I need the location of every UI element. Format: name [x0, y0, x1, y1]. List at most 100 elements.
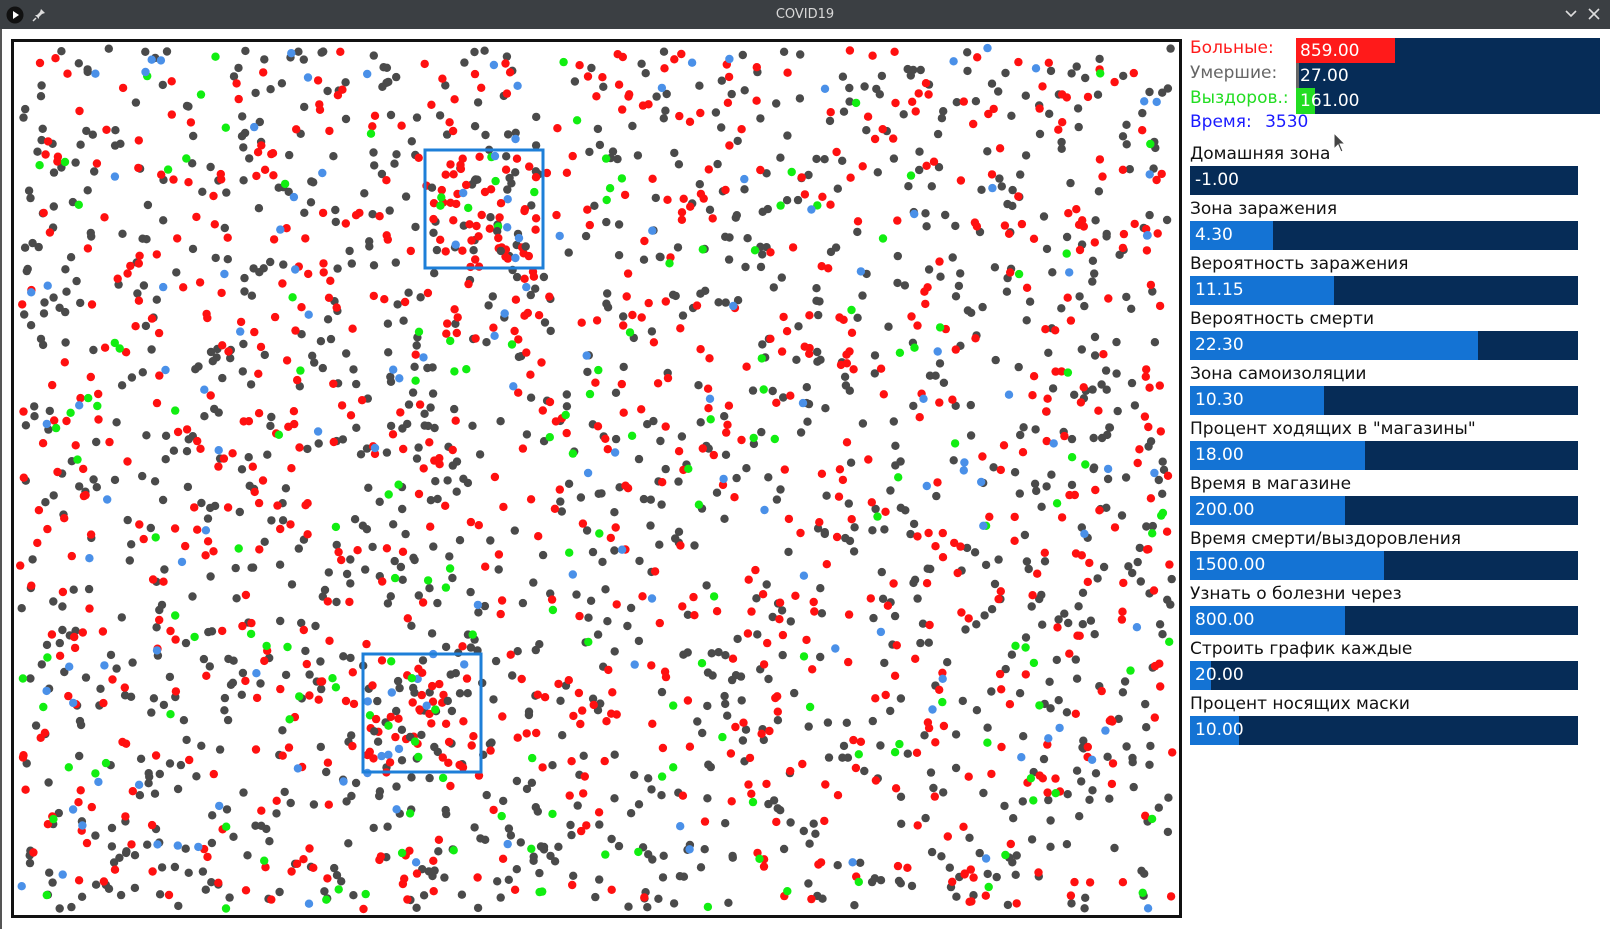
param-value: 11.15 [1195, 280, 1244, 300]
sick-person-dot [148, 867, 157, 876]
healthy-person-dot [301, 646, 310, 656]
param-bar[interactable]: 10.30 [1190, 386, 1578, 415]
healthy-person-dot [107, 842, 117, 851]
healthy-person-dot [573, 801, 582, 810]
sick-person-dot [1110, 523, 1120, 532]
sick-person-dot [575, 611, 584, 621]
shop-visitor-dot [460, 660, 469, 669]
sick-person-dot [254, 409, 264, 418]
recovered-person-dot [280, 179, 290, 189]
healthy-person-dot [48, 878, 57, 887]
healthy-person-dot [522, 430, 532, 439]
healthy-person-dot [1020, 530, 1030, 540]
healthy-person-dot [316, 742, 325, 752]
sick-person-dot [118, 83, 128, 93]
sick-person-dot [203, 537, 213, 546]
shop-visitor-dot [463, 689, 472, 698]
sick-person-dot [83, 244, 93, 253]
healthy-person-dot [341, 78, 350, 87]
param-bar[interactable]: 18.00 [1190, 441, 1578, 470]
sick-person-dot [1022, 283, 1032, 292]
healthy-person-dot [529, 852, 538, 861]
recovered-person-dot [854, 750, 863, 759]
healthy-person-dot [724, 255, 734, 264]
healthy-person-dot [1019, 732, 1028, 741]
sick-person-dot [537, 358, 546, 367]
isolated-person-dot [760, 505, 769, 515]
param-slider: Зона самоизоляции 10.30 [1190, 362, 1578, 415]
isolated-person-dot [1044, 734, 1053, 743]
param-bar[interactable]: 20.00 [1190, 661, 1578, 690]
healthy-person-dot [581, 231, 591, 241]
healthy-person-dot [805, 839, 814, 848]
sick-person-dot [670, 55, 679, 64]
healthy-person-dot [1048, 268, 1057, 277]
sick-person-dot [202, 309, 211, 319]
recovered-person-dot [211, 52, 220, 61]
healthy-person-dot [674, 160, 684, 169]
healthy-person-dot [39, 309, 49, 318]
healthy-person-dot [243, 851, 252, 860]
healthy-person-dot [651, 193, 660, 203]
sick-person-dot [705, 354, 714, 363]
recovered-person-dot [437, 193, 446, 202]
shop-visitor-dot [480, 187, 490, 197]
healthy-person-dot [909, 578, 918, 588]
sick-person-dot [802, 635, 811, 645]
sick-person-dot [278, 279, 287, 288]
sick-person-dot [192, 212, 201, 222]
healthy-person-dot [364, 483, 373, 492]
param-bar[interactable]: 11.15 [1190, 276, 1578, 305]
healthy-person-dot [698, 728, 707, 738]
sick-person-dot [924, 528, 933, 538]
minimize-button[interactable] [1563, 6, 1579, 22]
healthy-person-dot [141, 321, 151, 331]
sick-person-dot [110, 865, 120, 874]
isolated-person-dot [153, 840, 162, 849]
sick-person-dot [121, 812, 130, 821]
healthy-person-dot [198, 187, 207, 196]
sick-person-dot [744, 780, 753, 789]
healthy-person-dot [28, 555, 37, 564]
healthy-person-dot [84, 584, 94, 594]
healthy-person-dot [1090, 332, 1100, 342]
sick-person-dot [997, 742, 1006, 752]
isolated-person-dot [1103, 464, 1113, 474]
sick-person-dot [608, 688, 617, 697]
sick-person-dot [658, 478, 667, 487]
recovered-person-dot [601, 154, 611, 163]
close-button[interactable] [1586, 6, 1602, 22]
healthy-person-dot [841, 381, 851, 390]
simulation-canvas[interactable] [11, 39, 1182, 918]
sick-person-dot [623, 269, 633, 278]
sick-person-dot [1075, 245, 1085, 255]
param-bar[interactable]: -1.00 [1190, 166, 1578, 195]
sick-person-dot [254, 369, 263, 378]
sick-person-dot [1017, 219, 1027, 229]
isolated-person-dot [42, 686, 51, 696]
sick-person-dot [1058, 118, 1067, 127]
healthy-person-dot [823, 718, 833, 727]
param-bar[interactable]: 800.00 [1190, 606, 1578, 635]
healthy-person-dot [548, 761, 557, 770]
param-bar[interactable]: 22.30 [1190, 331, 1578, 360]
healthy-person-dot [825, 116, 835, 126]
healthy-person-dot [954, 281, 964, 291]
param-bar[interactable]: 200.00 [1190, 496, 1578, 525]
healthy-person-dot [556, 696, 565, 705]
healthy-person-dot [1148, 521, 1158, 531]
isolated-person-dot [511, 134, 520, 144]
sick-person-dot [98, 627, 108, 636]
sick-person-dot [911, 654, 920, 663]
healthy-person-dot [858, 291, 867, 300]
recovered-person-dot [423, 576, 433, 585]
sick-person-dot [420, 59, 429, 69]
param-bar[interactable]: 10.00 [1190, 716, 1578, 745]
healthy-person-dot [337, 877, 346, 886]
param-value: 200.00 [1195, 500, 1255, 520]
sick-person-dot [562, 168, 572, 177]
param-bar[interactable]: 1500.00 [1190, 551, 1578, 580]
param-bar[interactable]: 4.30 [1190, 221, 1578, 250]
sick-person-dot [260, 656, 269, 666]
sick-person-dot [127, 840, 136, 849]
